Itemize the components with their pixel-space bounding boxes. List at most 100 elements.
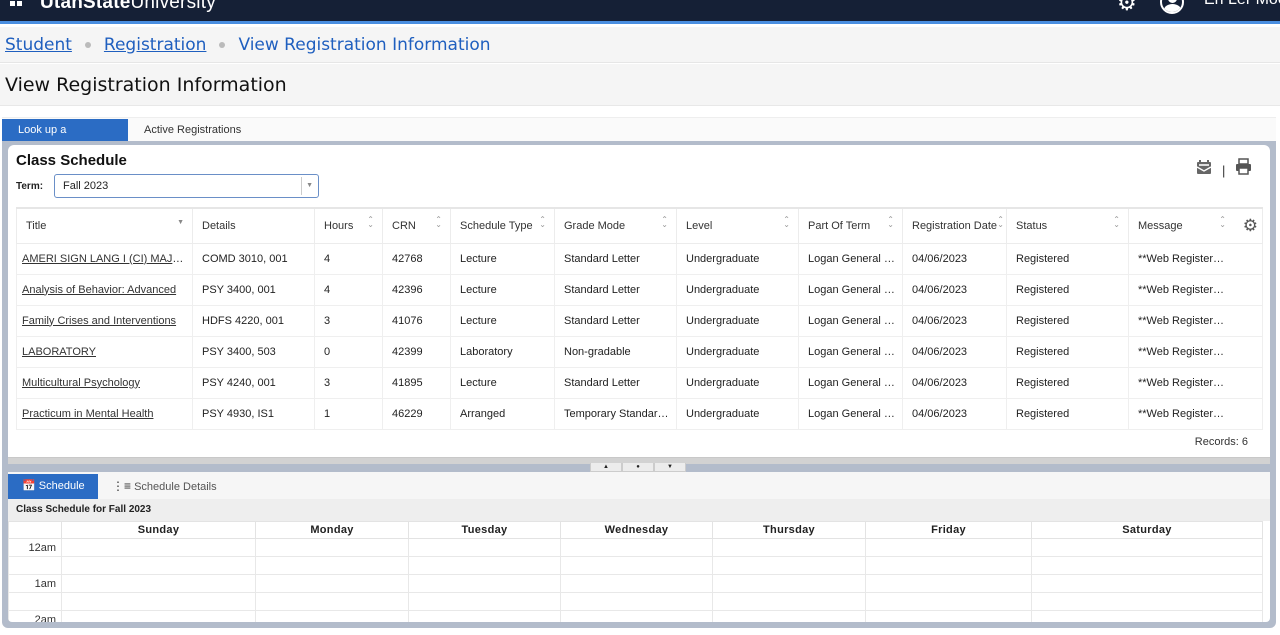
breadcrumb-registration[interactable]: Registration (104, 35, 207, 55)
breadcrumb-student[interactable]: Student (5, 35, 72, 55)
course-title-link[interactable]: Analysis of Behavior: Advanced (22, 284, 176, 296)
column-header-part-of-term[interactable]: Part Of Term ⌃ ⌄ (798, 207, 903, 244)
table-cell: Logan General … (798, 304, 903, 337)
course-title-link[interactable]: Practicum in Mental Health (22, 408, 153, 420)
calendar-slot[interactable] (61, 610, 256, 622)
calendar-slot[interactable] (1031, 592, 1263, 611)
calendar-slot[interactable] (255, 556, 409, 575)
app-grid-icon[interactable] (10, 0, 22, 6)
table-cell: Standard Letter (554, 273, 677, 306)
calendar-slot[interactable] (61, 556, 256, 575)
sort-icon[interactable]: ⌃ ⌄ (539, 216, 546, 229)
column-settings-gear-icon[interactable]: ⚙ (1243, 216, 1258, 236)
calendar-slot[interactable] (865, 556, 1032, 575)
table-row[interactable]: Family Crises and Interventions HDFS 4220… (16, 304, 1263, 337)
course-title-link[interactable]: LABORATORY (22, 346, 96, 358)
table-row[interactable]: LABORATORY PSY 3400, 503 0 42399 Laboratory N… (16, 335, 1263, 368)
calendar-slot[interactable] (865, 574, 1032, 593)
sort-icon[interactable]: ⌃ ⌄ (661, 216, 668, 229)
calendar-slot[interactable] (1031, 556, 1263, 575)
column-header-schedule-type[interactable]: Schedule Type ⌃ ⌄ (450, 207, 555, 244)
sort-descending-icon[interactable]: ▼ (177, 219, 184, 226)
sort-icon[interactable]: ⌃ ⌄ (367, 216, 374, 229)
calendar-slot[interactable] (61, 574, 256, 593)
calendar-slot[interactable] (255, 592, 409, 611)
column-label: CRN (392, 219, 416, 232)
calendar-slot[interactable] (61, 592, 256, 611)
sort-icon[interactable]: ⌃ ⌄ (1113, 216, 1120, 229)
column-header-grade-mode[interactable]: Grade Mode ⌃ ⌄ (554, 207, 677, 244)
sort-icon[interactable]: ⌃ ⌄ (435, 216, 442, 229)
calendar-slot[interactable] (712, 538, 866, 557)
settings-gear-icon[interactable]: ⚙ (1117, 0, 1137, 14)
calendar-slot[interactable] (560, 556, 713, 575)
day-header: Monday (255, 521, 409, 539)
cell-title: Practicum in Mental Health (16, 397, 193, 430)
course-title-link[interactable]: AMERI SIGN LANG I (CI) MAJO… (22, 253, 192, 265)
collapse-up-button[interactable]: ▲ (590, 463, 622, 472)
calendar-slot[interactable] (865, 610, 1032, 622)
calendar-slot[interactable] (408, 556, 561, 575)
tab-schedule-details[interactable]: ⋮≡ Schedule Details (112, 474, 217, 499)
column-header-hours[interactable]: Hours ⌃ ⌄ (314, 207, 383, 244)
sort-icon[interactable]: ⌃ ⌄ (1219, 216, 1226, 229)
day-header: Wednesday (560, 521, 713, 539)
user-name[interactable]: En Ler Moo (1204, 0, 1280, 9)
sort-icon[interactable]: ⌃ ⌄ (997, 216, 1004, 229)
course-title-link[interactable]: Multicultural Psychology (22, 377, 140, 389)
calendar-slot[interactable] (712, 556, 866, 575)
day-header: Thursday (712, 521, 866, 539)
calendar-slot[interactable] (408, 538, 561, 557)
column-header-crn[interactable]: CRN ⌃ ⌄ (382, 207, 451, 244)
tab-schedule[interactable]: 📅 Schedule (8, 474, 98, 499)
sort-icon[interactable]: ⌃ ⌄ (887, 216, 894, 229)
table-cell: Arranged (450, 397, 555, 430)
calendar-slot[interactable] (255, 538, 409, 557)
calendar-slot[interactable] (712, 574, 866, 593)
university-logo: UtahStateUniversity (40, 0, 216, 14)
calendar-slot[interactable] (560, 538, 713, 557)
calendar-time-row: 1am (8, 574, 1263, 593)
calendar-slot[interactable] (1031, 538, 1263, 557)
calendar-slot[interactable] (560, 574, 713, 593)
calendar-slot[interactable] (865, 538, 1032, 557)
tab-active-registrations[interactable]: Active Registrations (128, 119, 257, 142)
chevron-down-icon[interactable]: ▼ (306, 182, 313, 189)
calendar-slot[interactable] (1031, 610, 1263, 622)
calendar-slot[interactable] (408, 574, 561, 593)
calendar-slot[interactable] (560, 592, 713, 611)
calendar-slot[interactable] (61, 538, 256, 557)
calendar-slot[interactable] (255, 610, 409, 622)
calendar-slot[interactable] (408, 592, 561, 611)
calendar-slot[interactable] (560, 610, 713, 622)
course-title-link[interactable]: Family Crises and Interventions (22, 315, 176, 327)
email-schedule-icon[interactable] (1196, 159, 1212, 175)
calendar-slot[interactable] (712, 610, 866, 622)
user-avatar-icon[interactable] (1160, 0, 1184, 14)
table-row[interactable]: Analysis of Behavior: Advanced PSY 3400, … (16, 273, 1263, 306)
table-row[interactable]: Multicultural Psychology PSY 4240, 001 3 41… (16, 366, 1263, 399)
table-row[interactable]: AMERI SIGN LANG I (CI) MAJO… COMD 3010, 0… (16, 242, 1263, 275)
calendar-slot[interactable] (255, 574, 409, 593)
calendar-slot[interactable] (712, 592, 866, 611)
table-cell: 04/06/2023 (902, 304, 1007, 337)
collapse-down-button[interactable]: ▼ (654, 463, 686, 472)
tab-look-up-schedule[interactable]: Look up a Schedule (2, 119, 128, 159)
table-cell: Standard Letter (554, 304, 677, 337)
column-header-title[interactable]: Title ▼ (16, 207, 193, 244)
print-icon[interactable] (1235, 158, 1252, 175)
term-select[interactable]: Fall 2023 ▼ (54, 174, 319, 198)
sort-icon[interactable]: ⌃ ⌄ (783, 216, 790, 229)
calendar-slot[interactable] (408, 610, 561, 622)
table-row[interactable]: Practicum in Mental Health PSY 4930, IS1 1… (16, 397, 1263, 430)
column-header-level[interactable]: Level ⌃ ⌄ (676, 207, 799, 244)
column-header-message[interactable]: Message ⌃ ⌄ ⚙ (1128, 207, 1263, 244)
column-header-registration-date[interactable]: Registration Date ⌃ ⌄ (902, 207, 1007, 244)
column-header-status[interactable]: Status ⌃ ⌄ (1006, 207, 1129, 244)
time-label: 12am (8, 538, 62, 557)
table-cell: Registered (1006, 273, 1129, 306)
calendar-slot[interactable] (1031, 574, 1263, 593)
calendar-slot[interactable] (865, 592, 1032, 611)
reset-split-button[interactable]: ● (622, 463, 654, 472)
time-label (8, 592, 62, 611)
